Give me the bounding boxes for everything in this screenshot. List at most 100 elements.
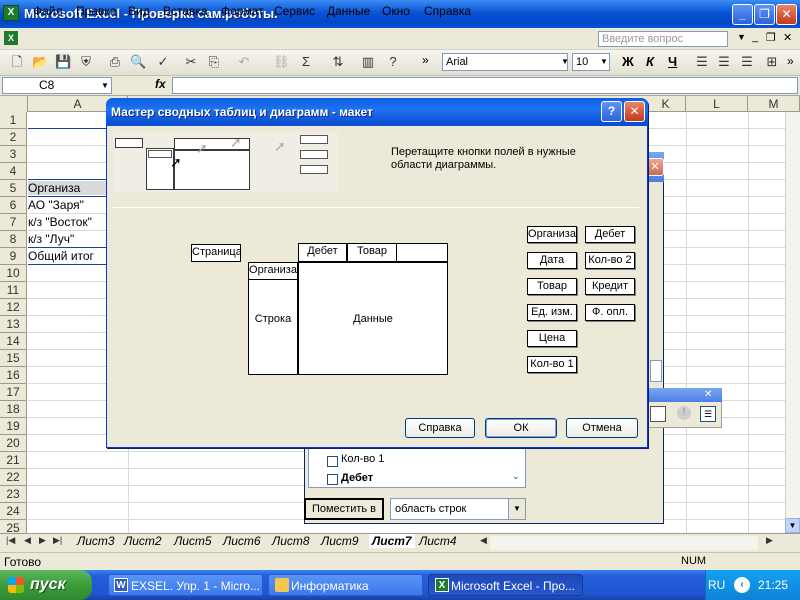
excel-icon[interactable]: X [3, 5, 19, 21]
pivot-settings-icon[interactable]: ! [677, 406, 691, 420]
undo-icon[interactable]: ↶ [236, 54, 252, 70]
save-icon[interactable]: 💾 [55, 54, 71, 70]
formula-input[interactable] [172, 77, 798, 94]
font-name-combo[interactable]: Arial [442, 53, 568, 71]
pivot-fieldlist-icon[interactable]: ☰ [700, 406, 716, 422]
row-header[interactable]: 20 [0, 435, 27, 452]
underline-button[interactable]: Ч [668, 54, 677, 69]
sheet-tab[interactable]: Лист9 [321, 534, 359, 548]
align-left-icon[interactable]: ☰ [694, 54, 710, 70]
row-header[interactable]: 24 [0, 503, 27, 520]
pivot-toolbar-close-icon[interactable]: ✕ [704, 389, 712, 400]
taskbar-button-excel[interactable]: Microsoft Excel - Про... [428, 574, 583, 596]
chart-wizard-icon[interactable]: ▥ [360, 54, 376, 70]
column-field-button[interactable]: Товар [347, 243, 397, 262]
menu-format[interactable]: Формат [221, 4, 264, 18]
next-sheet-icon[interactable]: ▶ [39, 535, 46, 546]
row-header[interactable]: 13 [0, 316, 27, 333]
cell-a8[interactable]: к/з "Луч" [28, 232, 74, 246]
row-header[interactable]: 12 [0, 299, 27, 316]
field-button[interactable]: Дата [527, 252, 577, 269]
menu-view[interactable]: Вид [128, 4, 150, 18]
sheet-tab[interactable]: Лист4 [419, 534, 457, 548]
row-header[interactable]: 2 [0, 129, 27, 146]
field-button[interactable]: Товар [527, 278, 577, 295]
doc-minimize-icon[interactable]: _ [752, 31, 758, 43]
row-header[interactable]: 11 [0, 282, 27, 299]
last-sheet-icon[interactable]: ▶| [53, 535, 62, 546]
field-button[interactable]: Дебет [585, 226, 635, 243]
menu-tools[interactable]: Сервис [274, 4, 315, 18]
italic-button[interactable]: К [646, 54, 654, 69]
ask-question-input[interactable]: Введите вопрос [598, 31, 728, 47]
restore-button[interactable]: ❐ [754, 4, 775, 25]
row-header[interactable]: 4 [0, 163, 27, 180]
align-right-icon[interactable]: ☰ [739, 54, 755, 70]
help-button[interactable]: Справка [405, 418, 475, 438]
column-header-k[interactable]: K [646, 96, 686, 112]
name-box[interactable]: C8 [2, 77, 112, 94]
field-button[interactable]: Кол-во 1 [527, 356, 577, 373]
page-area[interactable]: Страница [191, 244, 241, 262]
doc-restore-icon[interactable]: ❐ [766, 31, 776, 44]
row-header[interactable]: 5 [0, 180, 27, 197]
sheet-tab[interactable]: Лист5 [174, 534, 212, 548]
wizard-help-icon[interactable]: ? [601, 101, 622, 122]
cell-a9[interactable]: Общий итог [28, 249, 94, 263]
field-button[interactable]: Цена [527, 330, 577, 347]
ask-dropdown-icon[interactable]: ▼ [737, 32, 746, 42]
row-header[interactable]: 14 [0, 333, 27, 350]
bold-button[interactable]: Ж [622, 54, 634, 69]
row-header[interactable]: 18 [0, 401, 27, 418]
toolbar-more-icon[interactable]: » [787, 54, 794, 68]
cell-a7[interactable]: к/з "Восток" [28, 215, 92, 229]
pivot-format-icon[interactable] [650, 406, 666, 422]
field-button[interactable]: Ф. опл. [585, 304, 635, 321]
permission-icon[interactable]: ⛨ [78, 54, 94, 70]
menu-file[interactable]: Файл [33, 4, 63, 18]
row-header[interactable]: 1 [0, 112, 27, 129]
vertical-scrollbar[interactable] [785, 112, 800, 533]
cell-a6[interactable]: АО "Заря" [28, 198, 84, 212]
row-header[interactable]: 8 [0, 231, 27, 248]
ok-button[interactable]: ОК [485, 418, 557, 438]
area-select-dropdown-icon[interactable]: ▼ [508, 499, 525, 519]
row-header[interactable]: 9 [0, 248, 27, 265]
cell-a5[interactable]: Организа [28, 181, 108, 195]
field-button[interactable]: Организа [527, 226, 577, 243]
select-all-corner[interactable] [0, 96, 28, 112]
help-icon[interactable]: ? [385, 54, 401, 70]
sheet-tab[interactable]: Лист8 [272, 534, 310, 548]
hyperlink-icon[interactable]: ⛓ [273, 54, 290, 70]
row-header[interactable]: 23 [0, 486, 27, 503]
taskbar-button-folder[interactable]: Информатика [268, 574, 423, 596]
row-header[interactable]: 16 [0, 367, 27, 384]
merge-center-icon[interactable]: ⊞ [764, 54, 780, 70]
open-icon[interactable]: 📂 [32, 54, 48, 70]
cut-icon[interactable]: ✂ [183, 54, 199, 70]
row-field-button[interactable]: Организа [248, 262, 298, 280]
field-list-close-icon[interactable]: ✕ [646, 158, 664, 176]
print-preview-icon[interactable]: 🔍 [130, 54, 146, 70]
column-header-l[interactable]: L [686, 96, 748, 112]
name-box-dropdown-icon[interactable]: ▼ [101, 81, 109, 90]
font-size-dropdown-icon[interactable]: ▼ [600, 57, 608, 66]
sort-icon[interactable]: ⇅ [330, 54, 346, 70]
scroll-down-icon[interactable]: ▼ [785, 518, 800, 533]
sheet-tab[interactable]: Лист2 [124, 534, 162, 548]
row-header[interactable]: 15 [0, 350, 27, 367]
wizard-close-icon[interactable]: ✕ [624, 101, 645, 122]
sheet-tab[interactable]: Лист3 [77, 534, 115, 548]
insert-function-icon[interactable]: fx [155, 77, 166, 91]
field-button[interactable]: Кол-во 2 [585, 252, 635, 269]
first-sheet-icon[interactable]: |◀ [6, 535, 15, 546]
prev-sheet-icon[interactable]: ◀ [24, 535, 31, 546]
field-list-item[interactable]: Кол-во 1 [341, 453, 384, 465]
menu-data[interactable]: Данные [327, 4, 370, 18]
column-field-button[interactable]: Дебет [298, 243, 347, 262]
print-icon[interactable]: ⎙ [107, 54, 123, 70]
field-button[interactable]: Кредит [585, 278, 635, 295]
scroll-right-icon[interactable]: ▶ [766, 535, 773, 546]
field-list-scroll-down-icon[interactable]: ⌄ [512, 471, 520, 482]
field-list-item[interactable]: Дебет [341, 472, 373, 484]
